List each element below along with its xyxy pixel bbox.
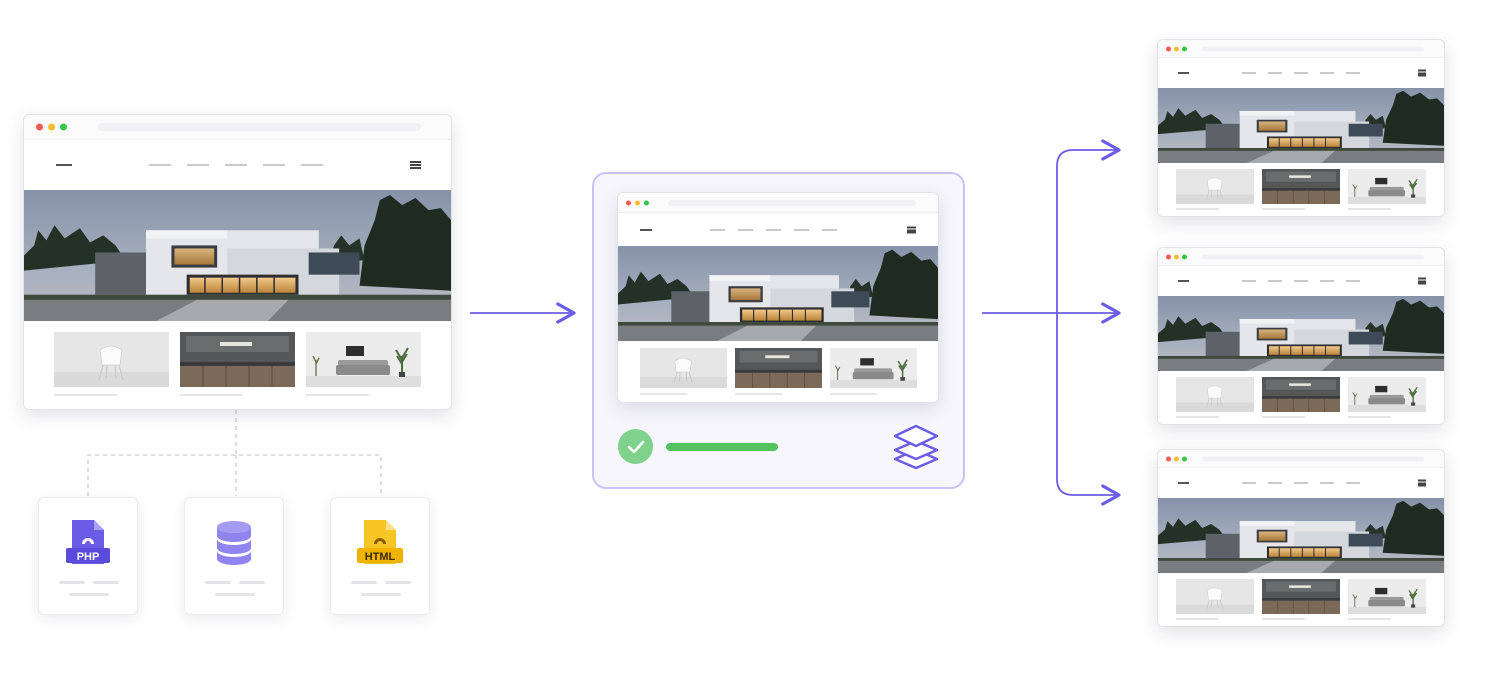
hero-image xyxy=(24,190,451,321)
thumbnail-row xyxy=(1158,579,1444,620)
nav-links xyxy=(149,164,323,166)
address-bar[interactable] xyxy=(98,123,421,131)
source-website-window xyxy=(23,114,452,410)
hub-website-window xyxy=(617,192,939,403)
site-navbar xyxy=(618,213,938,246)
output-website-window xyxy=(1157,449,1445,627)
window-titlebar xyxy=(1158,248,1444,266)
thumbnail-sofa[interactable] xyxy=(829,348,917,395)
database-icon xyxy=(215,520,253,571)
thumbnail-sofa[interactable] xyxy=(1348,169,1426,210)
minimize-dot[interactable] xyxy=(635,200,640,205)
output-website-window xyxy=(1157,247,1445,425)
window-titlebar xyxy=(1158,40,1444,58)
progress-bar xyxy=(666,443,778,451)
diagram-canvas: PHP HTML xyxy=(0,0,1488,700)
svg-text:HTML: HTML xyxy=(365,551,396,563)
maximize-dot[interactable] xyxy=(1182,254,1187,259)
hamburger-menu-icon[interactable] xyxy=(410,161,421,169)
address-bar[interactable] xyxy=(1202,254,1424,259)
html-source-card: HTML xyxy=(330,497,430,615)
site-navbar xyxy=(1158,266,1444,296)
site-logo[interactable] xyxy=(56,164,72,166)
minimize-dot[interactable] xyxy=(48,123,55,131)
thumbnail-kitchen[interactable] xyxy=(734,348,822,395)
layers-icon xyxy=(892,424,940,475)
maximize-dot[interactable] xyxy=(1182,456,1187,461)
thumbnail-row xyxy=(618,348,938,395)
thumbnail-chair[interactable] xyxy=(1176,169,1254,210)
thumbnail-row xyxy=(1158,169,1444,210)
thumbnail-row xyxy=(24,332,451,396)
address-bar[interactable] xyxy=(1202,46,1424,51)
thumbnail-kitchen[interactable] xyxy=(1262,377,1340,418)
nav-links xyxy=(1242,280,1360,282)
minimize-dot[interactable] xyxy=(1174,456,1179,461)
address-bar[interactable] xyxy=(668,199,916,206)
thumbnail-kitchen[interactable] xyxy=(1262,169,1340,210)
thumbnail-sofa[interactable] xyxy=(306,332,421,396)
thumbnail-chair[interactable] xyxy=(54,332,169,396)
close-dot[interactable] xyxy=(36,123,43,131)
close-dot[interactable] xyxy=(1166,254,1171,259)
close-dot[interactable] xyxy=(1166,456,1171,461)
thumbnail-sofa[interactable] xyxy=(1348,579,1426,620)
window-titlebar xyxy=(618,193,938,213)
hamburger-menu-icon[interactable] xyxy=(1418,277,1426,285)
maximize-dot[interactable] xyxy=(1182,46,1187,51)
maximize-dot[interactable] xyxy=(60,123,67,131)
hamburger-menu-icon[interactable] xyxy=(1418,479,1426,487)
thumbnail-kitchen[interactable] xyxy=(1262,579,1340,620)
site-logo[interactable] xyxy=(1178,482,1189,484)
thumbnail-chair[interactable] xyxy=(1176,377,1254,418)
address-bar[interactable] xyxy=(1202,456,1424,461)
minimize-dot[interactable] xyxy=(1174,46,1179,51)
site-navbar xyxy=(24,140,451,190)
php-file-icon: PHP xyxy=(66,518,110,571)
nav-links xyxy=(710,228,837,231)
hero-image xyxy=(1158,296,1444,371)
dashed-source-links xyxy=(87,410,382,496)
output-website-window xyxy=(1157,39,1445,217)
database-source-card xyxy=(184,497,284,615)
svg-text:PHP: PHP xyxy=(77,551,100,563)
thumbnail-row xyxy=(1158,377,1444,418)
hero-image xyxy=(1158,88,1444,163)
thumbnail-chair[interactable] xyxy=(639,348,727,395)
site-navbar xyxy=(1158,58,1444,88)
thumbnail-sofa[interactable] xyxy=(1348,377,1426,418)
window-titlebar xyxy=(24,115,451,140)
window-titlebar xyxy=(1158,450,1444,468)
minimize-dot[interactable] xyxy=(1174,254,1179,259)
thumbnail-chair[interactable] xyxy=(1176,579,1254,620)
hamburger-menu-icon[interactable] xyxy=(1418,69,1426,77)
close-dot[interactable] xyxy=(1166,46,1171,51)
site-navbar xyxy=(1158,468,1444,498)
thumbnail-kitchen[interactable] xyxy=(180,332,295,396)
nav-links xyxy=(1242,72,1360,74)
hero-image xyxy=(618,246,938,341)
success-check-icon xyxy=(618,429,653,464)
site-logo[interactable] xyxy=(1178,280,1189,282)
maximize-dot[interactable] xyxy=(644,200,649,205)
distribution-arrows xyxy=(982,139,1121,506)
hamburger-menu-icon[interactable] xyxy=(907,226,916,233)
close-dot[interactable] xyxy=(626,200,631,205)
site-logo[interactable] xyxy=(1178,72,1189,74)
site-logo[interactable] xyxy=(640,228,652,231)
nav-links xyxy=(1242,482,1360,484)
hero-image xyxy=(1158,498,1444,573)
php-source-card: PHP xyxy=(38,497,138,615)
html-file-icon: HTML xyxy=(357,518,403,571)
